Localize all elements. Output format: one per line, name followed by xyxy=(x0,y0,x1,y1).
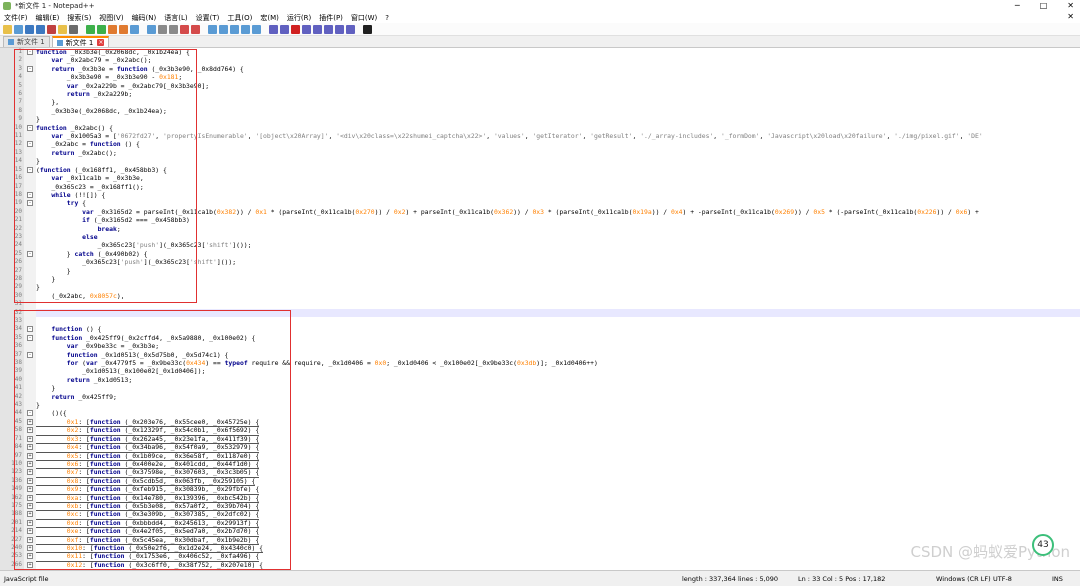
status-eol: Windows (CR LF) xyxy=(936,574,991,583)
menu-item[interactable]: 文件(F) xyxy=(0,13,32,23)
editor[interactable]: 1- function _0x3b3e(_0x2068dc, _0x1b24ea)… xyxy=(0,48,1080,570)
menu-item[interactable]: 运行(R) xyxy=(283,13,315,23)
menu-item[interactable]: 插件(P) xyxy=(315,13,347,23)
toolbar-button-icon[interactable] xyxy=(252,24,261,34)
toolbar-button-icon[interactable] xyxy=(191,24,200,34)
toolbar-button-icon[interactable] xyxy=(280,24,289,34)
tab-bar: 新文件 1 新文件 1 × xyxy=(0,36,1080,48)
menu-bar: 文件(F) 编辑(E) 搜索(S) 视图(V) 编码(N) 语言(L) 设置(T) 工具(O)… xyxy=(0,12,1080,23)
tab-close-icon[interactable]: × xyxy=(97,39,105,46)
window-title: *新文件 1 - Notepad++ xyxy=(15,2,95,10)
toolbar-button-icon[interactable] xyxy=(363,24,372,34)
menu-item[interactable]: 视图(V) xyxy=(95,13,127,23)
toolbar-button-icon[interactable] xyxy=(269,24,278,34)
toolbar-button-icon[interactable] xyxy=(230,24,239,34)
menu-item[interactable]: 窗口(W) xyxy=(347,13,381,23)
tab-label: 新文件 1 xyxy=(17,38,45,46)
status-language: JavaScript file xyxy=(4,574,49,583)
menu-item[interactable]: 工具(O) xyxy=(223,13,256,23)
toolbar-button-icon[interactable] xyxy=(208,24,217,34)
toolbar-button-icon[interactable] xyxy=(3,24,12,34)
toolbar-separator xyxy=(202,25,206,34)
toolbar-button-icon[interactable] xyxy=(219,24,228,34)
toolbar-separator xyxy=(80,25,84,34)
tab-label: 新文件 1 xyxy=(65,38,94,47)
menu-item[interactable]: ? xyxy=(381,14,393,22)
toolbar-button-icon[interactable] xyxy=(291,24,300,34)
toolbar-button-icon[interactable] xyxy=(147,24,156,34)
status-lines: lines : 5,090 xyxy=(738,574,779,583)
minimize-button[interactable]: ─ xyxy=(1015,0,1020,12)
toolbar-button-icon[interactable] xyxy=(335,24,344,34)
toolbar-separator xyxy=(357,25,361,34)
toolbar-button-icon[interactable] xyxy=(108,24,117,34)
tab-file-2-active[interactable]: 新文件 1 × xyxy=(51,36,110,47)
menu-item[interactable]: 编辑(E) xyxy=(32,13,64,23)
status-bar: JavaScript file length : 337,364 lines :… xyxy=(0,570,1080,586)
file-icon xyxy=(56,39,63,46)
toolbar-button-icon[interactable] xyxy=(119,24,128,34)
menu-item[interactable]: 编码(N) xyxy=(128,13,161,23)
status-length: length : 337,364 xyxy=(682,574,736,583)
toolbar-button-icon[interactable] xyxy=(302,24,311,34)
highlight-box-bottom xyxy=(14,310,291,570)
toolbar-separator xyxy=(141,25,145,34)
status-encoding: UTF-8 xyxy=(993,574,1012,583)
highlight-box-top xyxy=(14,49,197,303)
toolbar-button-icon[interactable] xyxy=(180,24,189,34)
toolbar xyxy=(0,23,1080,36)
toolbar-button-icon[interactable] xyxy=(25,24,34,34)
toolbar-button-icon[interactable] xyxy=(241,24,250,34)
menu-item[interactable]: 设置(T) xyxy=(192,13,224,23)
counter-badge: 43 xyxy=(1032,534,1054,556)
toolbar-button-icon[interactable] xyxy=(130,24,139,34)
close-button[interactable]: ✕ xyxy=(1067,0,1074,12)
file-icon xyxy=(8,39,14,45)
toolbar-button-icon[interactable] xyxy=(14,24,23,34)
menu-item[interactable]: 搜索(S) xyxy=(63,13,95,23)
menu-item[interactable]: 宏(M) xyxy=(256,13,283,23)
toolbar-button-icon[interactable] xyxy=(169,24,178,34)
tab-file-1[interactable]: 新文件 1 xyxy=(3,36,50,47)
toolbar-button-icon[interactable] xyxy=(324,24,333,34)
toolbar-separator xyxy=(263,25,267,34)
toolbar-button-icon[interactable] xyxy=(346,24,355,34)
menu-item[interactable]: 语言(L) xyxy=(160,13,191,23)
toolbar-button-icon[interactable] xyxy=(69,24,78,34)
toolbar-button-icon[interactable] xyxy=(36,24,45,34)
toolbar-button-icon[interactable] xyxy=(47,24,56,34)
status-position: Ln : 33 Col : 5 Pos : 17,182 xyxy=(798,574,886,583)
status-mode: INS xyxy=(1052,574,1063,583)
toolbar-button-icon[interactable] xyxy=(313,24,322,34)
close-document-icon[interactable]: ✕ xyxy=(1067,12,1074,21)
title-bar: *新文件 1 - Notepad++ ─ □ ✕ xyxy=(0,0,1080,12)
toolbar-button-icon[interactable] xyxy=(58,24,67,34)
toolbar-button-icon[interactable] xyxy=(158,24,167,34)
maximize-button[interactable]: □ xyxy=(1040,0,1048,12)
notepadpp-icon xyxy=(3,2,11,10)
toolbar-button-icon[interactable] xyxy=(86,24,95,34)
toolbar-button-icon[interactable] xyxy=(97,24,106,34)
